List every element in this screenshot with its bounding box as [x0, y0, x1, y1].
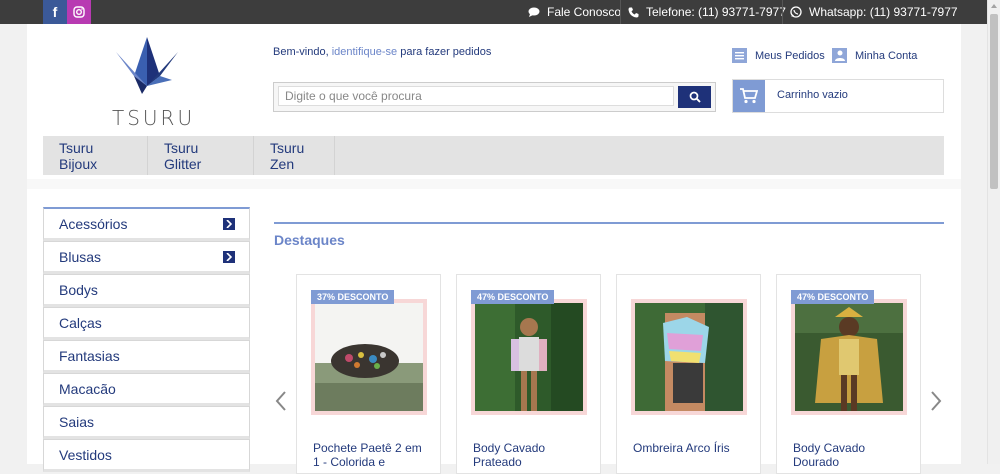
product-image[interactable]: [471, 299, 587, 415]
sidebar-item-vestidos[interactable]: Vestidos: [43, 439, 250, 472]
divider: [620, 0, 621, 24]
page-container: TSURU Bem-vindo, identifique-se para faz…: [27, 24, 961, 474]
product-image[interactable]: [311, 299, 427, 415]
user-icon: [832, 48, 847, 63]
carousel-next-icon[interactable]: [930, 389, 942, 415]
logo[interactable]: TSURU: [112, 34, 192, 130]
product-card[interactable]: 47% DESCONTO Body Cavado Prateado: [456, 274, 601, 474]
search-input[interactable]: [278, 86, 674, 106]
product-name[interactable]: Pochete Paetê 2 em 1 - Colorida e: [313, 441, 431, 469]
whatsapp-icon: [790, 6, 802, 18]
main-nav: Tsuru Bijoux Tsuru Glitter Tsuru Zen: [43, 136, 944, 175]
top-bar: f Fale Conosco Telefone: (11) 93771-7977…: [0, 0, 988, 24]
nav-item-bijoux[interactable]: Tsuru Bijoux: [43, 136, 148, 175]
orders-list-icon: [732, 48, 747, 63]
phone-label: Telefone: (11) 93771-7977: [646, 5, 786, 19]
divider: [782, 0, 783, 24]
sidebar-item-label: Vestidos: [59, 446, 112, 463]
cart-label: Carrinho vazio: [777, 89, 848, 101]
my-orders-label: Meus Pedidos: [755, 49, 825, 62]
nav-item-zen[interactable]: Tsuru Zen: [254, 136, 335, 175]
sidebar-item-saias[interactable]: Saias: [43, 406, 250, 439]
product-name[interactable]: Body Cavado Dourado: [793, 441, 911, 469]
scroll-up-icon[interactable]: [991, 4, 997, 8]
nav-item-label: Tsuru Zen: [270, 139, 305, 172]
nav-item-glitter[interactable]: Tsuru Glitter: [148, 136, 254, 175]
discount-badge: 37% DESCONTO: [311, 290, 395, 304]
category-sidebar: Acessórios Blusas Bodys Calças Fantasias…: [43, 207, 250, 472]
cart-icon: [733, 80, 765, 112]
contact-label: Fale Conosco: [547, 5, 622, 19]
facebook-icon[interactable]: f: [43, 0, 67, 24]
sidebar-item-label: Acessórios: [59, 215, 128, 232]
section-divider: [274, 222, 944, 224]
login-link[interactable]: identifique-se: [332, 46, 397, 58]
welcome-suffix: para fazer pedidos: [400, 46, 492, 58]
my-account-link[interactable]: Minha Conta: [832, 48, 917, 63]
sidebar-item-label: Calças: [59, 314, 102, 331]
phone-icon: [628, 7, 639, 17]
product-card[interactable]: 37% DESCONTO Pochete Paetê 2 em 1 - Colo…: [296, 274, 441, 474]
section-title: Destaques: [274, 232, 345, 248]
welcome-prefix: Bem-vindo,: [273, 46, 329, 58]
chevron-right-icon[interactable]: [223, 218, 235, 230]
contact-link[interactable]: Fale Conosco: [528, 0, 621, 24]
product-name[interactable]: Body Cavado Prateado: [473, 441, 591, 469]
nav-item-label: Tsuru Glitter: [164, 139, 202, 172]
product-image[interactable]: [791, 299, 907, 415]
sidebar-item-label: Blusas: [59, 248, 102, 265]
product-name[interactable]: Ombreira Arco Íris: [633, 441, 751, 455]
sidebar-item-acessorios[interactable]: Acessórios: [43, 207, 250, 241]
product-card[interactable]: Ombreira Arco Íris: [616, 274, 761, 474]
scrollbar[interactable]: [987, 0, 1000, 464]
chat-icon: [528, 7, 540, 17]
phone-link[interactable]: Telefone: (11) 93771-7977: [628, 0, 786, 24]
carousel-prev-icon[interactable]: [275, 389, 287, 415]
header-divider: [27, 179, 961, 189]
crane-logo-icon: [116, 37, 178, 94]
product-image[interactable]: [631, 299, 747, 415]
sidebar-item-label: Bodys: [59, 281, 98, 298]
search-icon: [689, 91, 701, 103]
whatsapp-label: Whatsapp: (11) 93771-7977: [809, 5, 958, 19]
sidebar-item-calcas[interactable]: Calças: [43, 307, 250, 340]
sidebar-item-label: Saias: [59, 413, 95, 430]
chevron-right-icon[interactable]: [223, 251, 235, 263]
sidebar-item-label: Fantasias: [59, 347, 120, 364]
sidebar-item-fantasias[interactable]: Fantasias: [43, 340, 250, 373]
logo-text: TSURU: [112, 106, 196, 130]
sidebar-item-blusas[interactable]: Blusas: [43, 241, 250, 274]
discount-badge: 47% DESCONTO: [791, 290, 875, 304]
welcome-message: Bem-vindo, identifique-se para fazer ped…: [273, 46, 491, 58]
discount-badge: 47% DESCONTO: [471, 290, 555, 304]
product-card[interactable]: 47% DESCONTO Body Cavado Dourado: [776, 274, 921, 474]
whatsapp-link[interactable]: Whatsapp: (11) 93771-7977: [790, 0, 958, 24]
search-bar: [273, 82, 716, 112]
instagram-icon[interactable]: [67, 0, 91, 24]
cart-button[interactable]: Carrinho vazio: [732, 79, 944, 113]
scroll-thumb[interactable]: [990, 14, 998, 189]
my-account-label: Minha Conta: [855, 49, 918, 62]
nav-item-label: Tsuru Bijoux: [59, 139, 98, 172]
sidebar-item-bodys[interactable]: Bodys: [43, 274, 250, 307]
search-button[interactable]: [678, 86, 711, 108]
sidebar-item-macacao[interactable]: Macacão: [43, 373, 250, 406]
sidebar-item-label: Macacão: [59, 380, 116, 397]
my-orders-link[interactable]: Meus Pedidos: [732, 48, 825, 63]
